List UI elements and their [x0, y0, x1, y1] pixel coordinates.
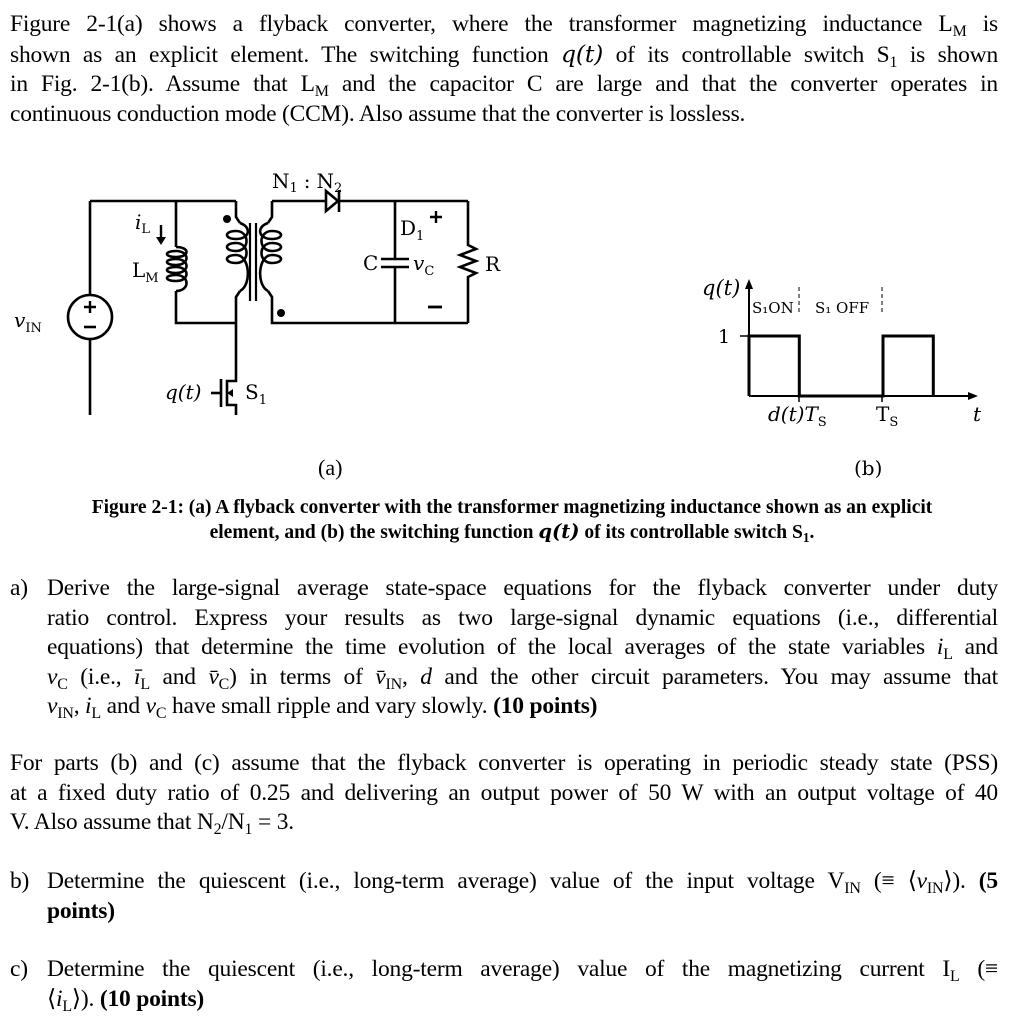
primary-polarity-dot — [223, 215, 231, 223]
q-axis-label: q(t) — [702, 276, 740, 300]
figure-caption: Figure 2-1: (a) A flyback converter with… — [0, 496, 1024, 545]
question-c-line-2: ⟨iL⟩). (10 points) — [47, 985, 205, 1015]
gate-signal-label: q(t) — [165, 380, 201, 404]
x-axis-label: t — [973, 402, 982, 426]
question-c: c) Determine the quiescent (i.e., long-t… — [10, 955, 998, 1014]
subfigure-label-a: (a) — [318, 455, 343, 480]
intro-line-3: in Fig. 2-1(b). Assume that LM and the c… — [10, 71, 998, 100]
question-b-label: b) — [10, 868, 30, 894]
question-a-line-5: vIN, iL and vC have small ripple and var… — [47, 693, 598, 722]
caption-line-2: element, and (b) the switching function … — [209, 520, 815, 545]
s1-on-label: S₁ON — [752, 299, 794, 317]
pss-line-1: For parts (b) and (c) assume that the fl… — [10, 750, 998, 776]
intro-line-2: shown as an explicit element. The switch… — [10, 39, 999, 71]
pss-paragraph: For parts (b) and (c) assume that the fl… — [10, 749, 998, 838]
question-c-line-1: Determine the quiescent (i.e., long-term… — [47, 956, 998, 985]
question-c-label: c) — [10, 956, 28, 982]
capacitor-label: C — [363, 251, 378, 275]
resistor-label: R — [485, 252, 501, 276]
schematic-svg: N1: N2 D1 C vC R iL LM vIN q(t) S1 q(t) 1… — [0, 160, 1024, 490]
question-a: a) Derive the large-signal average state… — [10, 574, 998, 722]
n1-label: N1: N2 — [272, 169, 342, 196]
question-a-line-4: vC (i.e., īL and v̄C) in terms of v̄IN, … — [47, 663, 998, 693]
question-b: b) Determine the quiescent (i.e., long-t… — [10, 867, 998, 926]
intro-line-1: Figure 2-1(a) shows a flyback converter,… — [10, 11, 999, 40]
question-a-line-3: equations) that determine the time evolu… — [47, 634, 998, 663]
pss-line-3: V. Also assume that N2/N1 = 3. — [10, 809, 294, 838]
intro-line-4: continuous conduction mode (CCM). Also a… — [10, 100, 746, 127]
question-a-line-2: ratio control. Express your results as t… — [47, 604, 998, 631]
question-a-line-1: Derive the large-signal average state-sp… — [47, 575, 998, 601]
y-tick-label-1: 1 — [718, 326, 730, 348]
question-b-line-1: Determine the quiescent (i.e., long-term… — [47, 868, 998, 897]
subfigure-label-b: (b) — [854, 456, 883, 480]
question-b-line-2: points) — [47, 897, 115, 924]
intro-paragraph: Figure 2-1(a) shows a flyback converter,… — [10, 10, 998, 129]
figure-2-1: N1: N2 D1 C vC R iL LM vIN q(t) S1 q(t) 1… — [0, 160, 1024, 490]
pss-line-2: at a fixed duty ratio of 0.25 and delive… — [10, 779, 998, 806]
s1-off-label: S₁ OFF — [815, 299, 869, 317]
secondary-polarity-dot — [277, 309, 285, 317]
question-a-label: a) — [10, 575, 28, 601]
caption-line-1: Figure 2-1: (a) A flyback converter with… — [91, 497, 933, 518]
